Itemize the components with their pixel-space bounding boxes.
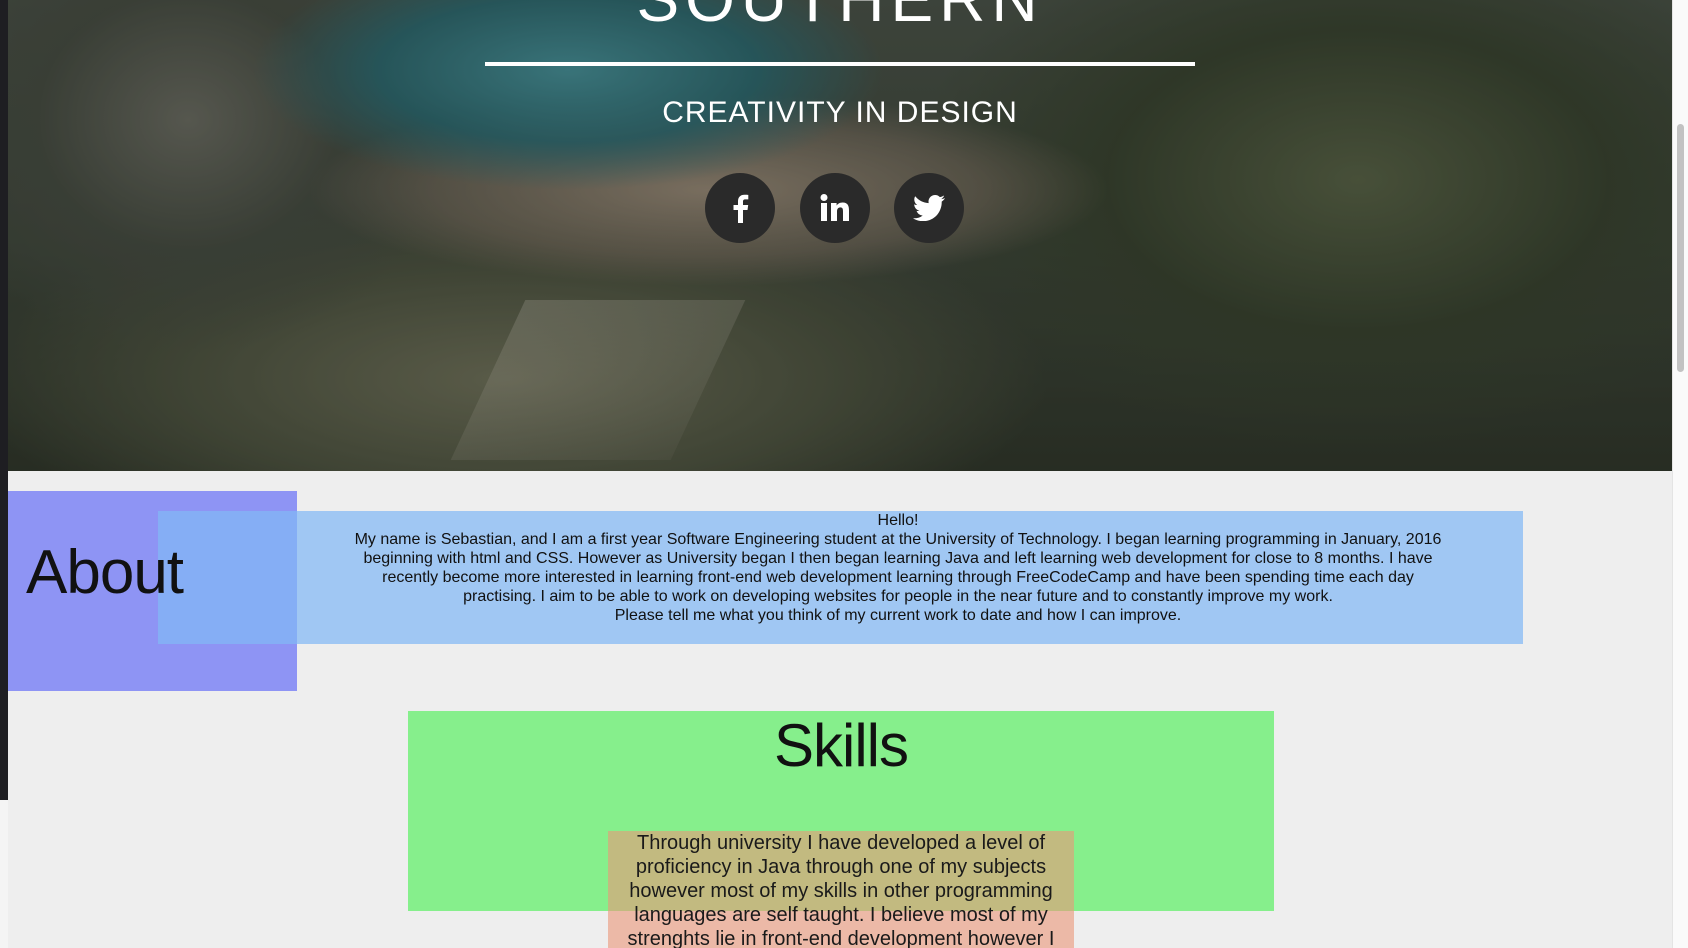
about-body-text: My name is Sebastian, and I am a first y… bbox=[354, 531, 1442, 605]
skills-heading: Skills bbox=[773, 712, 909, 779]
site-tagline: CREATIVITY IN DESIGN bbox=[662, 96, 1018, 129]
about-closing: Please tell me what you think of my curr… bbox=[614, 607, 1182, 624]
about-heading: About bbox=[26, 538, 184, 607]
title-divider bbox=[485, 62, 1195, 66]
window-left-edge-lower bbox=[0, 800, 8, 948]
about-greeting: Hello! bbox=[877, 512, 919, 529]
site-title: SOUTHERN bbox=[8, 0, 1672, 36]
scrollbar-thumb[interactable] bbox=[1677, 124, 1684, 372]
about-paragraph: Hello! My name is Sebastian, and I am a … bbox=[353, 511, 1443, 625]
linkedin-icon bbox=[820, 194, 850, 222]
facebook-icon bbox=[731, 193, 749, 223]
twitter-button[interactable] bbox=[894, 173, 964, 243]
linkedin-button[interactable] bbox=[800, 173, 870, 243]
skills-paragraph: Through university I have developed a le… bbox=[627, 832, 1055, 948]
twitter-icon bbox=[913, 195, 945, 221]
hero-banner: SOUTHERN CREATIVITY IN DESIGN bbox=[8, 0, 1672, 471]
page-viewport: SOUTHERN CREATIVITY IN DESIGN bbox=[8, 0, 1672, 948]
window-left-edge bbox=[0, 0, 8, 800]
facebook-button[interactable] bbox=[705, 173, 775, 243]
